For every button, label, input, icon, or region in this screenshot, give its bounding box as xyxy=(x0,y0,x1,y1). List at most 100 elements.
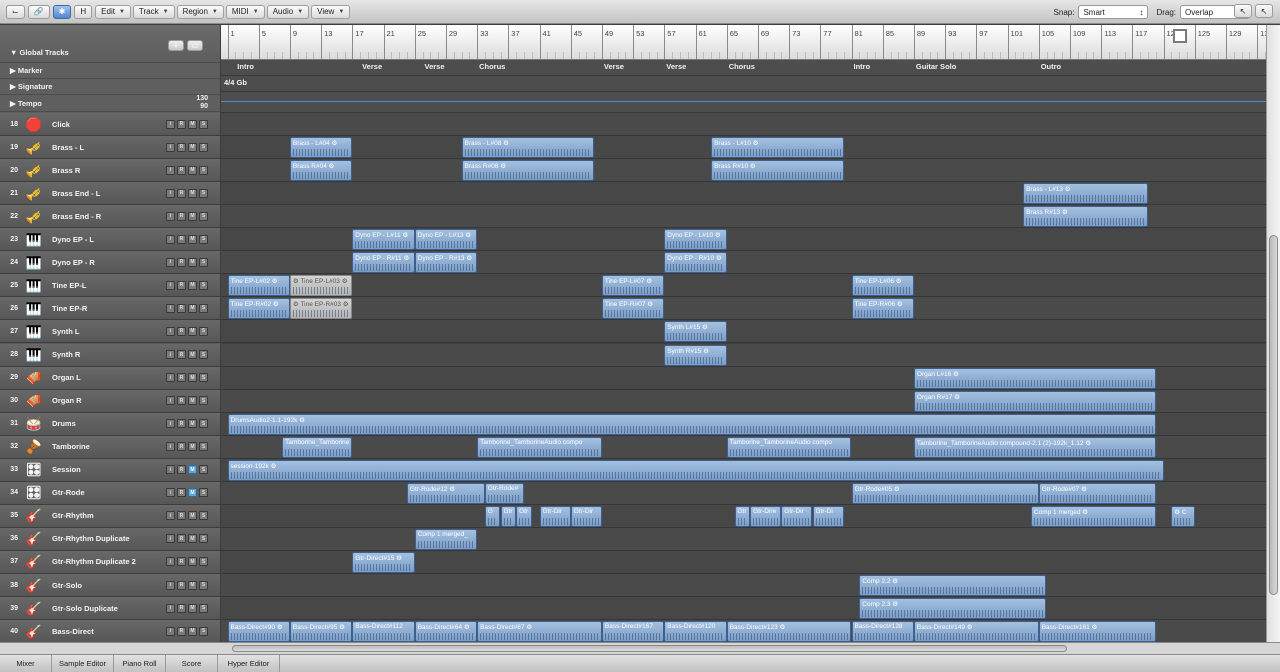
input-monitor-button[interactable]: i xyxy=(166,280,175,290)
track-header[interactable]: 19 🎺 Brass - L iRMS xyxy=(0,136,220,160)
cycle-region[interactable] xyxy=(1173,29,1187,43)
tab-score[interactable]: Score xyxy=(166,655,218,672)
solo-button[interactable]: S xyxy=(199,211,208,221)
solo-button[interactable]: S xyxy=(199,142,208,152)
input-monitor-button[interactable]: i xyxy=(166,234,175,244)
audio-region[interactable]: Organ L#16 ⚙ xyxy=(913,367,1156,389)
audio-region[interactable]: Gtr-Direct#15 ⚙ xyxy=(352,551,415,573)
signature-lane[interactable]: 4/4 Gb xyxy=(221,76,1266,92)
solo-button[interactable]: S xyxy=(199,280,208,290)
input-monitor-button[interactable]: i xyxy=(166,465,175,475)
solo-button[interactable]: S xyxy=(199,534,208,544)
audio-region[interactable]: ⚙ Tine EP-L#03 ⚙ xyxy=(289,275,353,297)
solo-button[interactable]: S xyxy=(199,465,208,475)
global-tracks-title-row[interactable]: ▼ Global Tracks + ▭ xyxy=(0,25,220,63)
horizontal-scrollbar[interactable] xyxy=(0,642,1280,654)
record-button[interactable]: R xyxy=(177,350,186,359)
mute-button[interactable]: M xyxy=(188,142,197,152)
midi-menu[interactable]: MIDI ▼ xyxy=(225,4,265,19)
audio-region[interactable]: Tamborine_Tamborine xyxy=(282,436,353,458)
marker-label[interactable]: Outro xyxy=(1041,62,1061,71)
catch-button[interactable]: ✱ xyxy=(52,4,72,19)
record-button[interactable]: R xyxy=(177,234,186,244)
audio-region[interactable]: Bass-Direct#167 xyxy=(601,621,665,642)
record-button[interactable]: R xyxy=(177,511,186,521)
audio-region[interactable]: Gtr xyxy=(500,505,517,527)
audio-region[interactable]: Bass-Direct#64 ⚙ xyxy=(414,621,478,642)
track-header[interactable]: 31 🥁 Drums i R M S xyxy=(0,412,220,436)
audio-region[interactable]: Comp 2.3 ⚙ xyxy=(859,598,1047,620)
audio-region[interactable]: Brass R#10 ⚙ xyxy=(711,160,844,182)
audio-region[interactable]: Dyno EP - R#13 ⚙ xyxy=(414,252,478,274)
record-button[interactable]: R xyxy=(177,465,186,475)
mute-button[interactable]: M xyxy=(188,603,197,613)
record-button[interactable]: R xyxy=(177,165,186,175)
record-button[interactable]: R xyxy=(177,326,186,336)
vertical-scroll-thumb[interactable] xyxy=(1269,235,1278,595)
mute-button[interactable]: M xyxy=(188,119,197,129)
audio-region[interactable]: Gtr-Dire xyxy=(750,505,782,527)
track-header[interactable]: 39 🎸 Gtr-Solo Duplicate i R M S xyxy=(0,597,220,621)
track-menu[interactable]: Track ▼ xyxy=(132,4,175,19)
audio-region[interactable]: Comp 1 merged ⚙ xyxy=(1030,505,1156,527)
audio-region[interactable]: Brass - L#13 ⚙ xyxy=(1023,183,1148,205)
audio-region[interactable]: DrumsAudio2-1.1-192k ⚙ xyxy=(227,413,1156,435)
track-header[interactable]: 32 🪘 Tamborine i R M S xyxy=(0,435,220,459)
mute-button[interactable]: M xyxy=(188,511,197,521)
audio-region[interactable]: Dyno EP - L#11 ⚙ xyxy=(352,229,415,251)
mute-button[interactable]: M xyxy=(188,350,197,359)
marker-label[interactable]: Intro xyxy=(237,62,254,71)
add-track-button[interactable]: + xyxy=(168,40,184,51)
audio-region[interactable]: Brass - L#04 ⚙ xyxy=(289,137,353,159)
solo-button[interactable]: S xyxy=(199,303,208,313)
record-button[interactable]: R xyxy=(177,280,186,290)
input-monitor-button[interactable]: i xyxy=(166,257,175,267)
track-header[interactable]: 29 🪗 Organ L iRMS xyxy=(0,366,220,390)
track-header[interactable]: 37 🎸 Gtr-Rhythm Duplicate 2 iRMS xyxy=(0,550,220,574)
marker-label[interactable]: Guitar Solo xyxy=(916,62,956,71)
solo-button[interactable]: S xyxy=(199,557,208,567)
audio-region[interactable]: Organ R#17 ⚙ xyxy=(913,390,1156,412)
solo-button[interactable]: S xyxy=(199,350,208,359)
track-header[interactable]: 38 🎸 Gtr-Solo i R M S xyxy=(0,574,220,597)
track-header[interactable]: 18 🛑 Click i R M S xyxy=(0,113,220,136)
mute-button[interactable]: M xyxy=(188,303,197,313)
audio-region[interactable]: Tine EP-R#07 ⚙ xyxy=(601,298,665,320)
tempo-lane[interactable] xyxy=(221,92,1266,113)
marker-label[interactable]: Verse xyxy=(604,62,624,71)
track-header[interactable]: 24 🎹 Dyno EP - R iRMS xyxy=(0,251,220,275)
audio-region[interactable]: Tine EP-R#06 ⚙ xyxy=(851,298,914,320)
audio-region[interactable]: Dyno EP - R#11 ⚙ xyxy=(352,252,415,274)
audio-region[interactable]: Dyno EP - L#10 ⚙ xyxy=(664,229,727,251)
record-button[interactable]: R xyxy=(177,142,186,152)
mute-button[interactable]: M xyxy=(188,442,197,452)
track-header[interactable]: 27 🎹 Synth L iRMS xyxy=(0,320,220,344)
solo-button[interactable]: S xyxy=(199,373,208,383)
input-monitor-button[interactable]: i xyxy=(166,119,175,129)
mute-button[interactable]: M xyxy=(188,465,197,475)
audio-region[interactable]: Tamborine_TamborineAudio compo xyxy=(726,436,852,458)
solo-button[interactable]: S xyxy=(199,626,208,636)
record-button[interactable]: R xyxy=(177,396,186,406)
mute-button[interactable]: M xyxy=(188,373,197,383)
audio-menu[interactable]: Audio ▼ xyxy=(266,4,310,19)
audio-region[interactable]: Tamborine_TamborineAudio compo xyxy=(477,436,602,458)
track-header[interactable]: 22 🎺 Brass End - R iRMS xyxy=(0,205,220,229)
track-header[interactable]: 36 🎸 Gtr-Rhythm Duplicate i R M S xyxy=(0,527,220,551)
audio-region[interactable]: Gtr-Rode#12 ⚙ xyxy=(406,482,485,504)
audio-region[interactable]: Bass-Direct#123 ⚙ xyxy=(726,621,852,642)
solo-button[interactable]: S xyxy=(199,488,208,498)
record-button[interactable]: R xyxy=(177,626,186,636)
audio-region[interactable]: Dyno EP - R#10 ⚙ xyxy=(664,252,727,274)
record-button[interactable]: R xyxy=(177,580,186,590)
hide-button[interactable]: H xyxy=(74,4,93,19)
solo-button[interactable]: S xyxy=(199,326,208,336)
marker-label[interactable]: Verse xyxy=(362,62,382,71)
record-button[interactable]: R xyxy=(177,419,186,429)
vertical-scrollbar[interactable] xyxy=(1266,25,1280,642)
audio-region[interactable]: Bass-Direct#90 ⚙ xyxy=(227,621,290,642)
audio-region[interactable]: Bass-Direct#128 xyxy=(851,621,914,642)
input-monitor-button[interactable]: i xyxy=(166,350,175,359)
audio-region[interactable]: G xyxy=(484,505,501,527)
region-menu[interactable]: Region ▼ xyxy=(176,4,224,19)
